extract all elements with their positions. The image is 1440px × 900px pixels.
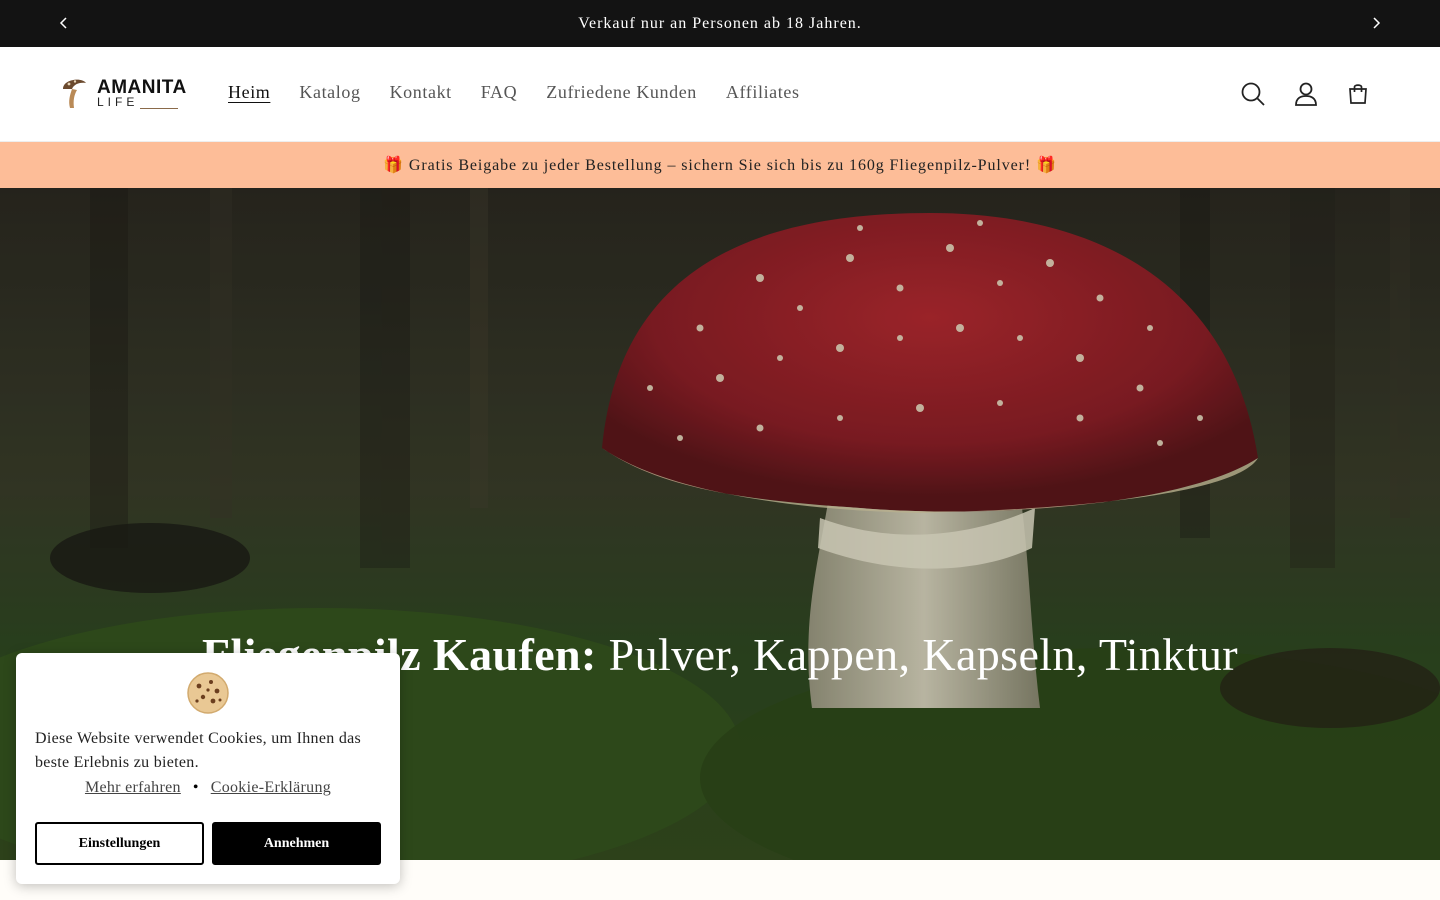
cookie-accept-button[interactable]: Annehmen bbox=[212, 822, 381, 865]
mushroom-logo-icon bbox=[63, 79, 86, 108]
cart-icon bbox=[1349, 84, 1367, 104]
cookie-icon bbox=[187, 672, 229, 714]
announcement-text: Verkauf nur an Personen ab 18 Jahren. bbox=[578, 14, 862, 32]
cookie-policy-link[interactable]: Cookie-Erklärung bbox=[211, 779, 331, 796]
announcement-prev-button[interactable] bbox=[54, 13, 74, 33]
cookie-message: Diese Website verwendet Cookies, um Ihne… bbox=[35, 730, 362, 771]
nav-item-affiliates[interactable]: Affiliates bbox=[726, 80, 800, 104]
search-button[interactable] bbox=[1239, 80, 1267, 108]
cookie-links: Mehr erfahren • Cookie-Erklärung bbox=[16, 779, 400, 797]
nav-item-faq[interactable]: FAQ bbox=[481, 80, 517, 104]
site-logo[interactable]: AMANITA LIFE bbox=[60, 75, 186, 115]
cookie-banner: Diese Website verwendet Cookies, um Ihne… bbox=[16, 653, 400, 884]
nav-item-heim[interactable]: Heim bbox=[228, 80, 270, 104]
promo-text: 🎁 Gratis Beigabe zu jeder Bestellung – s… bbox=[383, 157, 1057, 174]
logo-text-secondary: LIFE bbox=[97, 95, 139, 109]
site-header: AMANITA LIFE Heim Katalog Kontakt FAQ Zu… bbox=[0, 47, 1440, 142]
cookie-settings-button[interactable]: Einstellungen bbox=[35, 822, 204, 865]
hero-title-rest: Pulver, Kappen, Kapseln, Tinktur bbox=[596, 629, 1239, 680]
announcement-bar: Verkauf nur an Personen ab 18 Jahren. bbox=[0, 0, 1440, 47]
link-separator: • bbox=[192, 779, 199, 796]
nav-item-katalog[interactable]: Katalog bbox=[299, 80, 360, 104]
cart-button[interactable] bbox=[1344, 80, 1372, 108]
announcement-next-button[interactable] bbox=[1366, 13, 1386, 33]
main-navigation: Heim Katalog Kontakt FAQ Zufriedene Kund… bbox=[228, 80, 800, 104]
search-icon bbox=[1241, 82, 1265, 106]
promo-bar: 🎁 Gratis Beigabe zu jeder Bestellung – s… bbox=[0, 142, 1440, 188]
logo-underline bbox=[140, 108, 178, 109]
learn-more-link[interactable]: Mehr erfahren bbox=[85, 779, 181, 796]
nav-item-kontakt[interactable]: Kontakt bbox=[390, 80, 452, 104]
account-button[interactable] bbox=[1292, 80, 1320, 108]
account-icon bbox=[1295, 82, 1317, 106]
chevron-left-icon bbox=[59, 17, 67, 29]
chevron-right-icon bbox=[1373, 17, 1381, 29]
nav-item-zufriedene-kunden[interactable]: Zufriedene Kunden bbox=[546, 80, 697, 104]
